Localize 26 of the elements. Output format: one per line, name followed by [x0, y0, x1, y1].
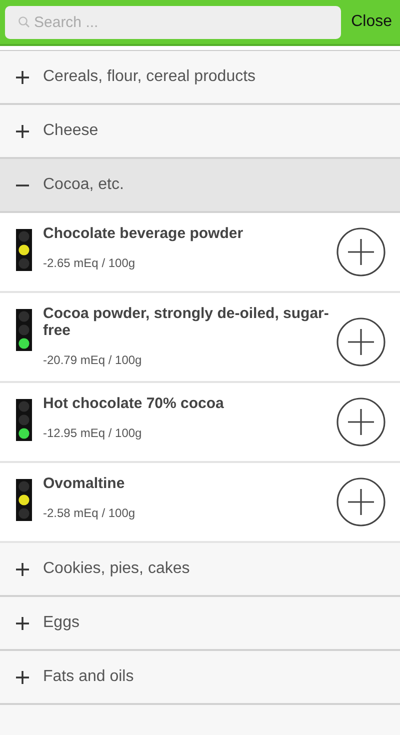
plus-icon: [16, 124, 29, 138]
food-name: Ovomaltine: [43, 475, 126, 492]
category-label: Cheese: [43, 122, 98, 140]
add-icon[interactable]: [336, 477, 386, 527]
category-row[interactable]: Cocoa, etc.: [0, 159, 400, 213]
plus-icon: [16, 670, 29, 684]
food-name: Chocolate beverage powder: [43, 225, 244, 242]
plus-icon: [16, 616, 29, 630]
category-label: Eggs: [43, 614, 80, 632]
search-field[interactable]: Search ...: [5, 6, 342, 38]
food-value: -2.65 mEq / 100g: [43, 256, 136, 270]
add-icon[interactable]: [336, 397, 386, 447]
plus-icon: [16, 70, 29, 84]
add-icon[interactable]: [336, 227, 386, 277]
food-value: -2.58 mEq / 100g: [43, 506, 136, 520]
food-value: -20.79 mEq / 100g: [43, 353, 143, 367]
close-button[interactable]: Close: [351, 13, 392, 31]
category-label: Cookies, pies, cakes: [43, 560, 190, 578]
category-label: Cereals, flour, cereal products: [43, 68, 256, 86]
category-label: Fats and oils: [43, 668, 134, 686]
plus-icon: [16, 562, 29, 576]
food-value: -12.95 mEq / 100g: [43, 426, 143, 440]
add-icon[interactable]: [336, 317, 386, 367]
food-name: Hot chocolate 70% cocoa: [43, 395, 225, 412]
food-name: Cocoa powder, strongly de-oiled, sugar-free: [43, 305, 330, 339]
category-label: Cocoa, etc.: [43, 176, 124, 194]
